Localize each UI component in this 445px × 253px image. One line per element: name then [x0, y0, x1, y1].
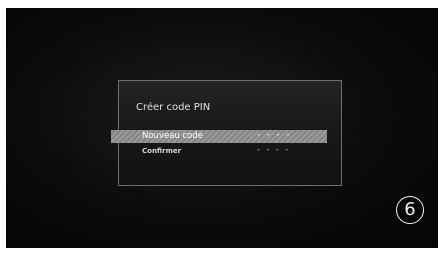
confirm-code-field[interactable]: Confirmer - - - - [111, 145, 327, 158]
tv-screen: Créer code PIN Nouveau code - - - - Conf… [6, 8, 438, 248]
dialog-title: Créer code PIN [136, 102, 211, 113]
create-pin-dialog: Créer code PIN Nouveau code - - - - Conf… [111, 80, 342, 186]
confirm-code-value: - - - - [257, 145, 291, 154]
new-code-label: Nouveau code [142, 131, 204, 141]
new-code-value: - - - - [257, 130, 292, 140]
new-code-field[interactable]: Nouveau code - - - - [111, 130, 327, 143]
confirm-code-label: Confirmer [142, 147, 182, 155]
step-number-badge: 6 [396, 196, 424, 224]
